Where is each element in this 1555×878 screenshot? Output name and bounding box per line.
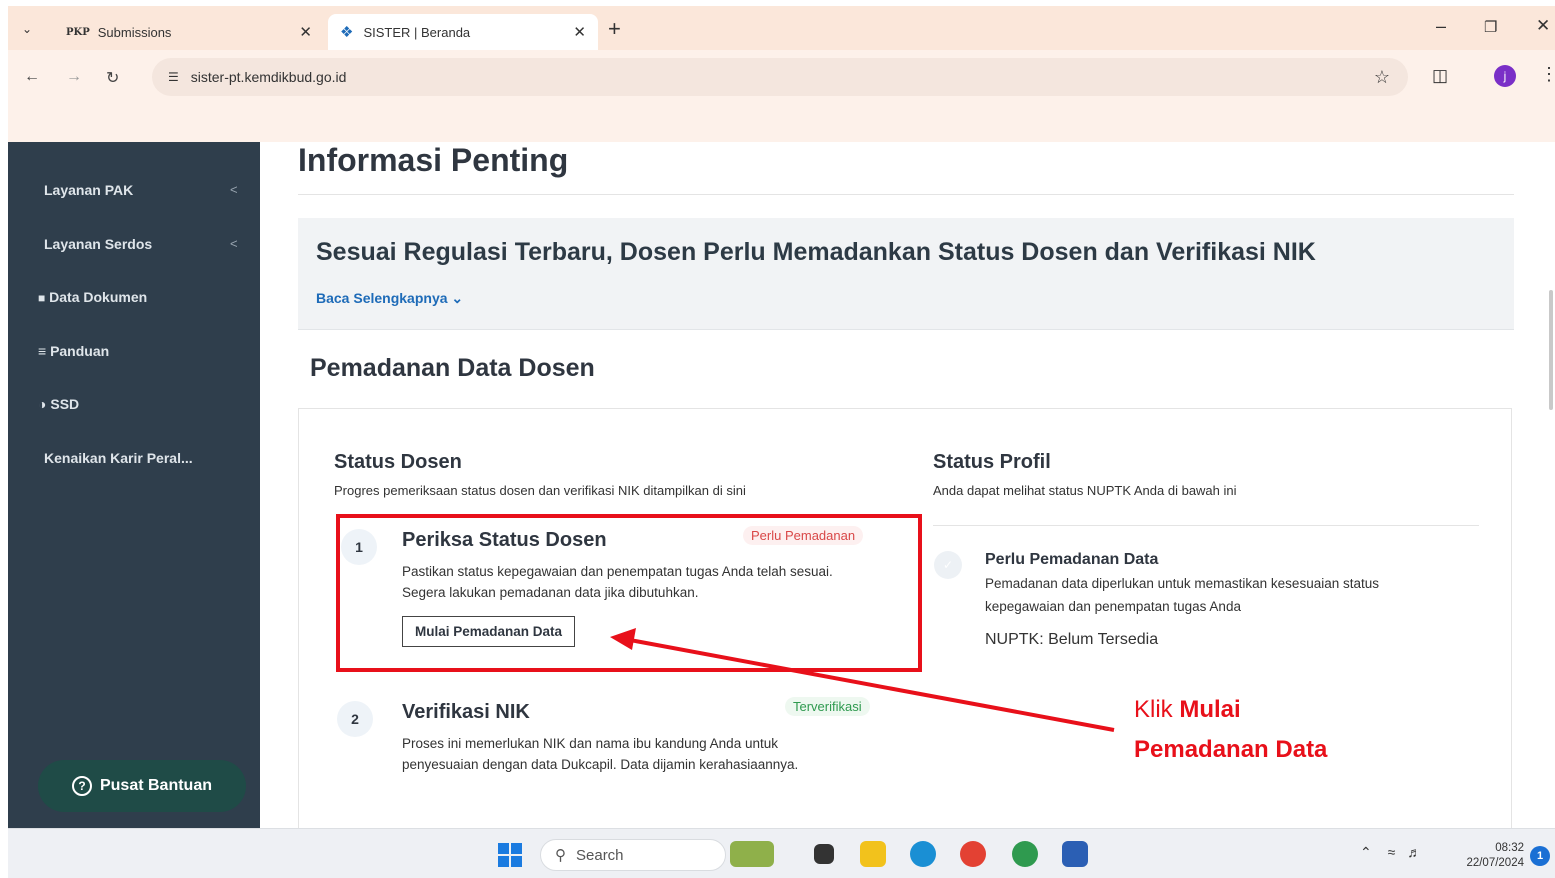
system-tray[interactable]: ⌃ ≈ ♬ bbox=[1360, 844, 1421, 861]
annotation-text: Klik Mulai Pemadanan Data bbox=[1134, 690, 1327, 770]
task-view-icon[interactable] bbox=[814, 844, 834, 864]
annotation-bold-1: Mulai bbox=[1179, 696, 1241, 723]
file-explorer-icon[interactable] bbox=[860, 841, 886, 867]
chrome-profile-icon[interactable] bbox=[1012, 841, 1038, 867]
annotation-prefix: Klik bbox=[1134, 696, 1173, 723]
taskbar: ⚲ Search ⌃ ≈ ♬ 08:32 22/07/2024 1 bbox=[8, 828, 1555, 878]
search-icon: ⚲ bbox=[555, 847, 566, 864]
widgets-icon[interactable] bbox=[730, 841, 774, 867]
word-icon[interactable] bbox=[1062, 841, 1088, 867]
volume-icon[interactable]: ♬ bbox=[1407, 844, 1421, 860]
wifi-icon[interactable]: ≈ bbox=[1388, 844, 1396, 860]
clock[interactable]: 08:32 22/07/2024 bbox=[1448, 841, 1524, 871]
chrome-icon[interactable] bbox=[960, 841, 986, 867]
notification-badge[interactable]: 1 bbox=[1530, 846, 1550, 866]
chevron-up-icon[interactable]: ⌃ bbox=[1360, 844, 1372, 860]
taskbar-search[interactable]: ⚲ Search bbox=[540, 839, 726, 871]
date: 22/07/2024 bbox=[1466, 857, 1524, 869]
search-label: Search bbox=[576, 846, 624, 864]
windows-start-icon[interactable] bbox=[498, 843, 522, 867]
annotation-bold-2: Pemadanan Data bbox=[1134, 736, 1328, 763]
edge-icon[interactable] bbox=[910, 841, 936, 867]
time: 08:32 bbox=[1495, 842, 1524, 854]
